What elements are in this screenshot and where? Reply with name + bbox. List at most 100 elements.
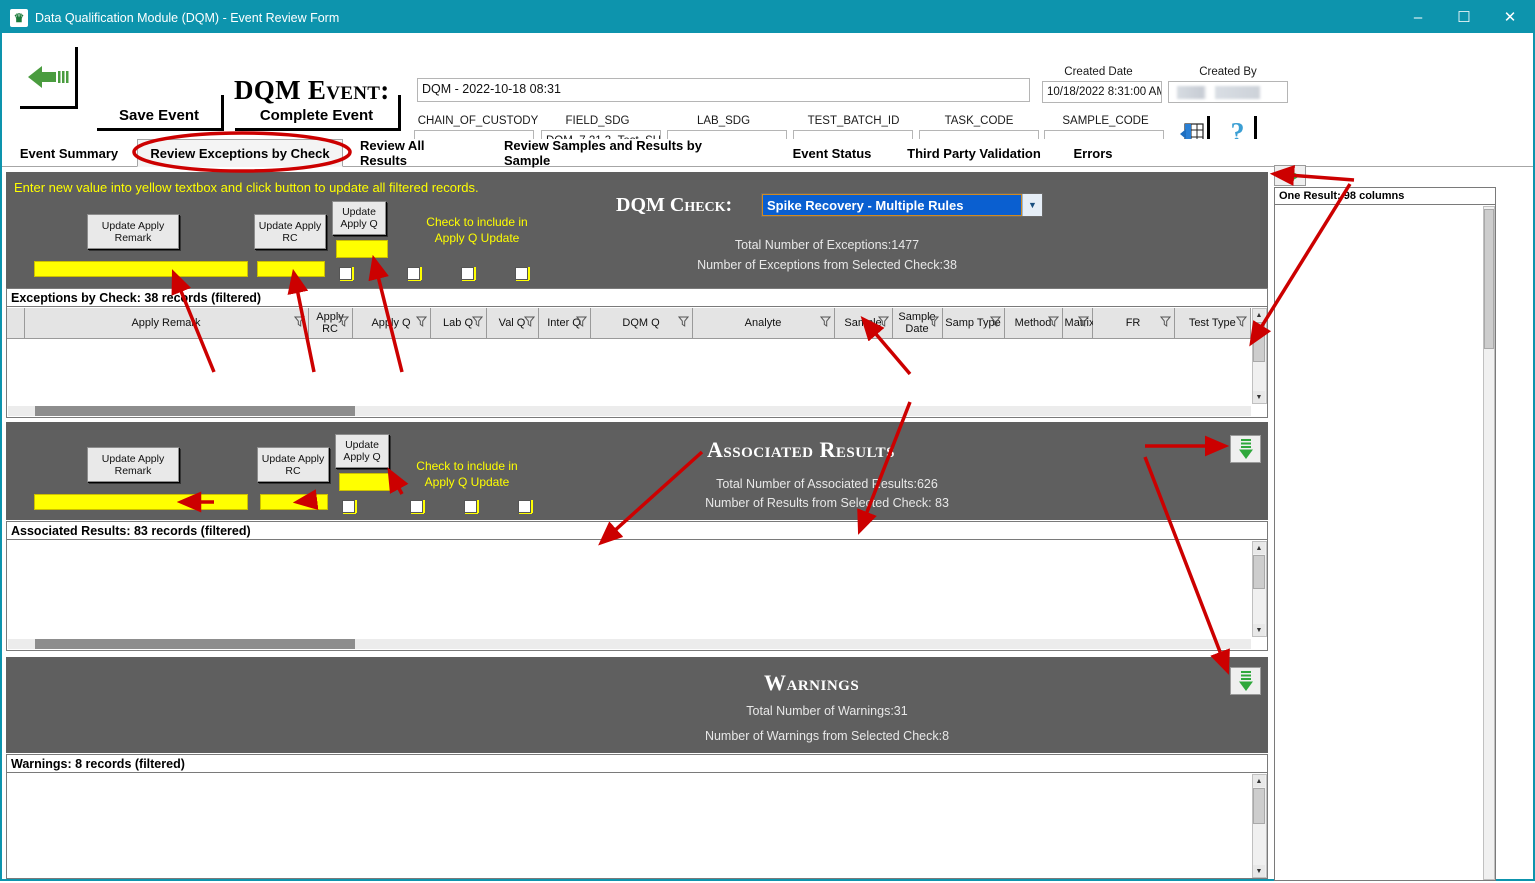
save-event-button[interactable]: Save Event [97, 95, 224, 131]
apply-remark-input-exceptions[interactable] [34, 261, 248, 277]
scroll-down-icon[interactable]: ▼ [1253, 391, 1265, 403]
warnings-grid: Warnings: 8 records (filtered) ▲ ▼ [6, 754, 1268, 879]
move-to-associated-results-button[interactable] [1230, 435, 1261, 463]
column-header-apply-q[interactable]: Apply Q [352, 308, 431, 339]
scroll-thumb[interactable] [1484, 209, 1494, 349]
filter-icon[interactable] [927, 316, 939, 330]
apply-rc-input-exceptions[interactable] [257, 261, 325, 277]
column-header-label: DQM Q [622, 316, 660, 329]
column-header-sample-date[interactable]: Sample Date [892, 308, 943, 339]
filter-icon[interactable] [677, 316, 689, 330]
column-header-fr[interactable]: FR [1092, 308, 1175, 339]
column-header-test-type[interactable]: Test Type [1174, 308, 1251, 339]
expand-detail-panel-button[interactable] [1274, 165, 1306, 186]
exceptions-selected-count: Number of Exceptions from Selected Check… [697, 258, 957, 272]
exceptions-grid: Exceptions by Check: 38 records (filtere… [6, 288, 1268, 418]
associated-selected-count: Number of Results from Selected Check: 8… [705, 496, 949, 510]
filter-icon[interactable] [575, 316, 587, 330]
scroll-thumb[interactable] [1253, 788, 1265, 824]
exceptions-vertical-scrollbar[interactable]: ▲ ▼ [1252, 308, 1267, 404]
column-header-samp-type[interactable]: Samp Type [942, 308, 1005, 339]
scroll-thumb[interactable] [1253, 555, 1265, 589]
apply-q-input-exceptions[interactable] [336, 240, 388, 258]
scroll-down-icon[interactable]: ▼ [1253, 624, 1265, 636]
filter-icon[interactable] [877, 316, 889, 330]
update-apply-q-button-associated[interactable]: Update Apply Q [335, 434, 389, 468]
column-header-apply-rc[interactable]: Apply RC [308, 308, 353, 339]
apply-q-checkbox-4-associated[interactable] [518, 500, 531, 513]
filter-icon[interactable] [819, 316, 831, 330]
close-icon[interactable]: ✕ [1487, 2, 1533, 33]
apply-q-input-associated[interactable] [339, 473, 391, 491]
down-arrow-icon [1238, 671, 1253, 691]
filter-icon[interactable] [337, 316, 349, 330]
column-header-label: Test Type [1188, 316, 1236, 329]
move-to-warnings-button[interactable] [1230, 667, 1261, 695]
tab-event-status[interactable]: Event Status [779, 139, 885, 167]
apply-q-checkbox-2-associated[interactable] [410, 500, 423, 513]
exceptions-table: Apply Remark Apply RC Apply Q Lab Q Val Q Int… [7, 308, 1251, 339]
warnings-title: Warnings [764, 670, 860, 695]
filter-icon[interactable] [1047, 316, 1059, 330]
tab-review-samples-and-results-by-sample[interactable]: Review Samples and Results by Sample [494, 138, 760, 168]
column-header-matrix[interactable]: Matrix [1062, 308, 1094, 339]
filter-icon[interactable] [1159, 316, 1171, 330]
apply-q-note-exceptions: Check to include in Apply Q Update [402, 214, 552, 246]
apply-q-checkbox-3-exceptions[interactable] [461, 267, 474, 280]
column-header-dqm-q[interactable]: DQM Q [590, 308, 693, 339]
associated-horizontal-scrollbar[interactable] [8, 639, 1251, 649]
column-header-val-q[interactable]: Val Q [486, 308, 539, 339]
tab-errors[interactable]: Errors [1062, 139, 1124, 167]
scroll-up-icon[interactable]: ▲ [1253, 309, 1265, 321]
scroll-up-icon[interactable]: ▲ [1253, 542, 1265, 554]
filter-icon[interactable] [471, 316, 483, 330]
column-header-sample[interactable]: Sample [834, 308, 893, 339]
column-header-label: Val Q [498, 316, 526, 329]
detail-vertical-scrollbar[interactable] [1483, 206, 1495, 880]
filter-icon[interactable] [293, 316, 305, 330]
apply-rc-input-associated[interactable] [260, 494, 328, 510]
apply-q-checkbox-1-associated[interactable] [342, 500, 355, 513]
scroll-up-icon[interactable]: ▲ [1253, 775, 1265, 787]
column-header-lab-q[interactable]: Lab Q [430, 308, 487, 339]
warnings-vertical-scrollbar[interactable]: ▲ ▼ [1252, 774, 1267, 878]
column-header-analyte[interactable]: Analyte [692, 308, 835, 339]
associated-vertical-scrollbar[interactable]: ▲ ▼ [1252, 541, 1267, 637]
maximize-icon[interactable]: ☐ [1441, 2, 1487, 33]
apply-q-checkbox-4-exceptions[interactable] [515, 267, 528, 280]
back-button[interactable] [20, 47, 78, 109]
filter-icon[interactable] [1235, 316, 1248, 330]
created-date-field[interactable]: 10/18/2022 8:31:00 AM [1042, 81, 1162, 103]
column-header-apply-remark[interactable]: Apply Remark [24, 308, 309, 339]
dqm-check-dropdown[interactable]: Spike Recovery - Multiple Rules ▼ [761, 193, 1043, 217]
update-apply-remark-button-exceptions[interactable]: Update Apply Remark [87, 214, 179, 249]
scroll-thumb[interactable] [35, 639, 355, 649]
apply-q-checkbox-1-exceptions[interactable] [339, 267, 352, 280]
filter-icon[interactable] [415, 316, 427, 330]
update-apply-remark-button-associated[interactable]: Update Apply Remark [87, 447, 179, 482]
associated-total-count: Total Number of Associated Results:626 [716, 477, 938, 491]
tab-event-summary[interactable]: Event Summary [8, 139, 130, 167]
filter-icon[interactable] [1077, 316, 1089, 330]
update-apply-rc-button-exceptions[interactable]: Update Apply RC [254, 214, 326, 249]
tab-review-all-results[interactable]: Review All Results [350, 138, 484, 168]
filter-icon[interactable] [523, 316, 535, 330]
column-header-inter-q[interactable]: Inter Q [538, 308, 591, 339]
filter-icon[interactable] [989, 316, 1001, 330]
tab-review-exceptions-by-check[interactable]: Review Exceptions by Check [137, 139, 343, 167]
dqm-event-name-field[interactable]: DQM - 2022-10-18 08:31 [417, 78, 1030, 102]
scroll-down-icon[interactable]: ▼ [1253, 865, 1265, 877]
apply-q-checkbox-3-associated[interactable] [464, 500, 477, 513]
tab-third-party-validation[interactable]: Third Party Validation [893, 139, 1055, 167]
update-apply-q-button-exceptions[interactable]: Update Apply Q [332, 201, 386, 235]
scroll-thumb[interactable] [1253, 322, 1265, 362]
scroll-thumb[interactable] [35, 406, 355, 416]
apply-remark-input-associated[interactable] [34, 494, 248, 510]
column-header-method[interactable]: Method [1004, 308, 1063, 339]
created-by-field[interactable] [1168, 81, 1288, 103]
update-apply-rc-button-associated[interactable]: Update Apply RC [257, 447, 329, 482]
minimize-icon[interactable]: – [1395, 2, 1441, 33]
apply-q-checkbox-2-exceptions[interactable] [407, 267, 420, 280]
chevron-down-icon[interactable]: ▼ [1022, 194, 1042, 216]
exceptions-horizontal-scrollbar[interactable] [8, 406, 1251, 416]
